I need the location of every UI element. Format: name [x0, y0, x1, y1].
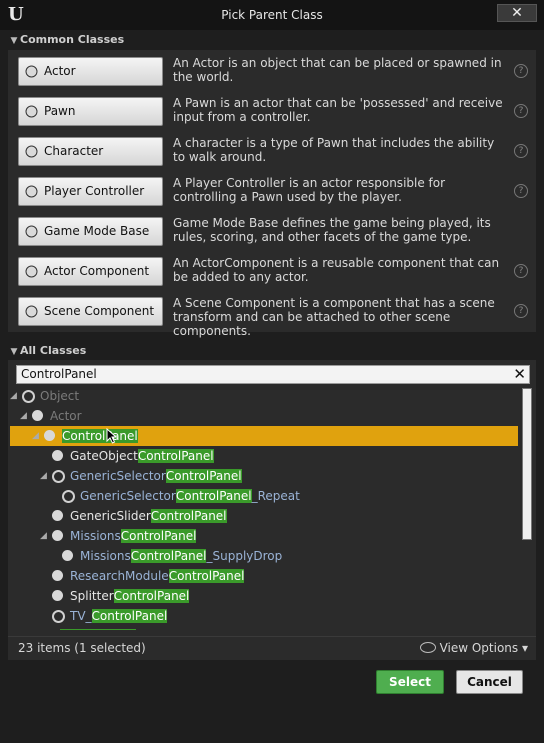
actor-component-class-button[interactable]: Actor Component [18, 257, 163, 286]
tree-item-label: MissionsControlPanel [70, 529, 197, 543]
clear-search-icon[interactable]: ✕ [513, 366, 526, 383]
tree-item-label: SplitterControlPanel [70, 589, 190, 603]
actor-class-button[interactable]: Actor [18, 57, 163, 86]
class-icon [52, 570, 63, 581]
window-title: Pick Parent Class [221, 8, 323, 22]
component-icon [25, 265, 38, 278]
class-icon [52, 530, 63, 541]
expand-arrow-icon[interactable]: ◢ [32, 426, 42, 446]
player-controller-class-button[interactable]: Player Controller [18, 177, 163, 206]
mouse-cursor-icon [106, 428, 118, 444]
title-bar[interactable]: U Pick Parent Class ✕ [0, 0, 544, 30]
class-icon [62, 490, 75, 503]
help-icon[interactable]: ? [514, 64, 528, 78]
class-icon [62, 550, 73, 561]
common-class-row: Game Mode Base Game Mode Base defines the… [8, 210, 536, 250]
help-icon[interactable]: ? [514, 144, 528, 158]
tree-row[interactable]: TV_ControlPanel [8, 606, 518, 626]
tree-row[interactable]: ◢ MissionsControlPanel [8, 526, 518, 546]
cancel-button[interactable]: Cancel [456, 670, 523, 694]
class-search-input[interactable]: ControlPanel ✕ [16, 365, 530, 384]
tree-item-label: Object [40, 389, 80, 403]
common-class-row: Actor An Actor is an object that can be p… [8, 50, 536, 90]
tree-row[interactable]: GateObjectControlPanel [8, 446, 518, 466]
status-bar: 23 items (1 selected) View Options ▾ [8, 636, 536, 661]
class-icon [32, 410, 43, 421]
collapse-arrow-icon: ▼ [10, 347, 18, 357]
expand-arrow-icon[interactable]: ◢ [20, 406, 30, 426]
tree-row[interactable]: ◢ GenericSelectorControlPanel [8, 466, 518, 486]
all-classes-header[interactable]: ▼ All Classes [8, 343, 536, 359]
item-count: 23 items (1 selected) [18, 641, 146, 655]
help-icon[interactable]: ? [514, 264, 528, 278]
search-value[interactable]: ControlPanel [21, 367, 97, 382]
tree-row[interactable]: ◢ Actor [8, 406, 518, 426]
class-icon [52, 590, 63, 601]
select-button[interactable]: Select [376, 670, 444, 694]
pawn-icon [25, 105, 38, 118]
class-description: Game Mode Base defines the game being pl… [173, 216, 491, 244]
tree-row[interactable]: GenericSelectorControlPanel_Repeat [8, 486, 518, 506]
tree-item-label: GateObjectControlPanel [70, 449, 214, 463]
common-classes-panel: Actor An Actor is an object that can be p… [8, 50, 536, 338]
class-description: An ActorComponent is a reusable componen… [173, 256, 500, 284]
common-class-row: Actor Component An ActorComponent is a re… [8, 250, 536, 290]
common-class-row: Scene Component A Scene Component is a co… [8, 290, 536, 338]
expand-arrow-icon[interactable]: ◢ [40, 526, 50, 546]
common-class-row: Character A character is a type of Pawn t… [8, 130, 536, 170]
tree-item-label: ResearchModuleControlPanel [70, 569, 245, 583]
class-description: An Actor is an object that can be placed… [173, 56, 502, 84]
view-options-button[interactable]: View Options ▾ [419, 641, 528, 655]
sphere-icon [25, 65, 38, 78]
tree-row[interactable]: ◢ Object [8, 386, 518, 406]
close-button[interactable]: ✕ [497, 4, 537, 22]
class-tree: ◢ Object ◢ Actor ◢ ControlPanel GateObjectCont… [8, 386, 518, 630]
tree-item-label: GenericSliderControlPanel [70, 509, 227, 523]
help-icon[interactable]: ? [514, 104, 528, 118]
tree-item-label: GenericSelectorControlPanel_Repeat [80, 489, 300, 503]
tree-row[interactable]: ControlPanelButton [8, 626, 518, 630]
tree-row[interactable]: GenericSliderControlPanel [8, 506, 518, 526]
character-class-button[interactable]: Character [18, 137, 163, 166]
tree-row[interactable]: MissionsControlPanel_SupplyDrop [8, 546, 518, 566]
tree-item-label: MissionsControlPanel_SupplyDrop [80, 549, 283, 563]
class-description: A Pawn is an actor that can be 'possesse… [173, 96, 503, 124]
controller-icon [25, 185, 38, 198]
common-classes-header[interactable]: ▼ Common Classes [8, 32, 536, 48]
class-icon [52, 450, 63, 461]
class-description: A character is a type of Pawn that inclu… [173, 136, 495, 164]
class-description: A Scene Component is a component that ha… [173, 296, 495, 338]
game-mode-icon [25, 225, 38, 238]
tree-item-label: Actor [50, 409, 82, 423]
class-description: A Player Controller is an actor responsi… [173, 176, 446, 204]
tree-item-label: TV_ControlPanel [70, 609, 168, 623]
pawn-class-button[interactable]: Pawn [18, 97, 163, 126]
tree-row[interactable]: ResearchModuleControlPanel [8, 566, 518, 586]
tree-scrollbar[interactable] [522, 388, 532, 540]
character-icon [25, 145, 38, 158]
class-icon [52, 510, 63, 521]
expand-arrow-icon[interactable]: ◢ [40, 466, 50, 486]
help-icon[interactable]: ? [514, 304, 528, 318]
tree-item-label: GenericSelectorControlPanel [70, 469, 242, 483]
scene-component-class-button[interactable]: Scene Component [18, 297, 163, 326]
tree-item-label: ControlPanelButton [60, 626, 176, 630]
tree-item-label: ControlPanel [62, 429, 138, 443]
game-mode-base-class-button[interactable]: Game Mode Base [18, 217, 163, 246]
help-icon[interactable]: ? [514, 184, 528, 198]
class-icon [52, 610, 65, 623]
common-class-row: Player Controller A Player Controller is … [8, 170, 536, 210]
class-icon [44, 430, 55, 441]
tree-row[interactable]: SplitterControlPanel [8, 586, 518, 606]
class-icon [22, 390, 35, 403]
eye-icon [419, 642, 436, 653]
pick-parent-class-dialog: U Pick Parent Class ✕ ▼ Common Classes Ac… [0, 0, 544, 743]
expand-arrow-icon[interactable]: ◢ [10, 386, 20, 406]
all-classes-panel: ControlPanel ✕ ◢ Object ◢ Actor ◢ ControlPane… [8, 360, 536, 660]
scene-component-icon [25, 305, 38, 318]
collapse-arrow-icon: ▼ [10, 36, 18, 46]
class-icon [52, 470, 65, 483]
tree-row[interactable]: ◢ ControlPanel [10, 426, 518, 446]
common-class-row: Pawn A Pawn is an actor that can be 'poss… [8, 90, 536, 130]
